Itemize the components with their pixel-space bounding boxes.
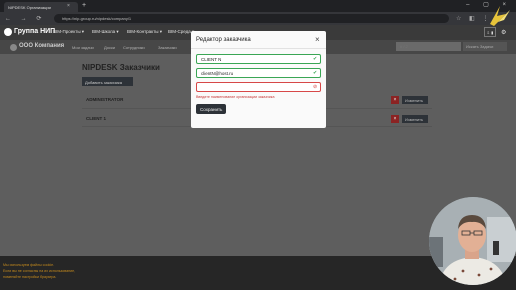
error-icon: ⊘ xyxy=(313,84,318,90)
save-button[interactable]: Сохранить xyxy=(196,104,226,114)
brand-name[interactable]: Группа НИП xyxy=(14,28,55,35)
browser-nav-buttons[interactable]: ← → ⟳ xyxy=(5,15,45,22)
check-icon: ✔ xyxy=(313,70,318,76)
organization-name-field[interactable] xyxy=(196,82,321,92)
close-icon[interactable]: × xyxy=(315,35,320,44)
channel-logo-icon xyxy=(490,6,510,26)
link-my-tasks[interactable]: Мои задачи xyxy=(72,45,94,50)
page-title: NIPDESK Заказчики xyxy=(82,63,160,72)
modal-divider xyxy=(191,48,326,49)
address-bar[interactable]: https://nip-group.ru/nipdesk/company/1 xyxy=(54,14,449,23)
check-icon: ✔ xyxy=(313,56,318,62)
brand-logo-icon[interactable] xyxy=(4,28,12,36)
cookie-notice-line: Мы используем файлы cookie. xyxy=(3,263,55,267)
edit-button[interactable]: Изменить xyxy=(402,115,428,123)
settings-icon[interactable]: ⚙ xyxy=(501,29,506,36)
search-tasks-button[interactable]: Искать Задачи xyxy=(463,42,507,51)
presenter-video-icon xyxy=(429,197,516,285)
new-tab-button[interactable]: + xyxy=(82,2,86,9)
validation-error-text: Введите наименование организации заказчи… xyxy=(196,95,275,99)
email-field[interactable]: clientN@host.ru xyxy=(196,68,321,78)
link-customers[interactable]: Заказчики xyxy=(158,45,177,50)
nav-menu-bim-contracts[interactable]: BIM-Контракты ▾ xyxy=(127,29,162,35)
webcam-overlay xyxy=(429,197,516,285)
link-employees[interactable]: Сотрудники xyxy=(123,45,145,50)
link-boards[interactable]: Доски xyxy=(104,45,115,50)
customer-name: CLIENT 1 xyxy=(86,116,107,121)
delete-button[interactable]: × xyxy=(391,115,399,123)
user-menu-button[interactable]: ⇩ ▮ xyxy=(484,27,496,37)
company-name[interactable]: ООО Компания xyxy=(19,43,64,49)
delete-button[interactable]: × xyxy=(391,96,399,104)
modal-title: Редактор заказчика xyxy=(196,37,251,43)
add-customer-button[interactable]: Добавить заказчика xyxy=(82,77,133,86)
customer-name-field[interactable]: CLIENT N xyxy=(196,54,321,64)
cookie-notice-line[interactable]: поменяйте настройки браузера. xyxy=(3,275,56,279)
company-icon xyxy=(10,44,17,51)
nav-menu-bim-school[interactable]: BIM-Школа ▾ xyxy=(92,29,119,35)
tab-close-icon[interactable]: × xyxy=(67,3,70,9)
customer-name: ADMINISTRATOR xyxy=(86,97,124,102)
nav-menu-bim-projects[interactable]: BIM-Проекты ▾ xyxy=(53,29,84,35)
task-search-input[interactable] xyxy=(396,42,461,51)
edit-button[interactable]: Изменить xyxy=(402,96,428,104)
cookie-notice-line: Если вы не согласны на их использование, xyxy=(3,269,76,273)
